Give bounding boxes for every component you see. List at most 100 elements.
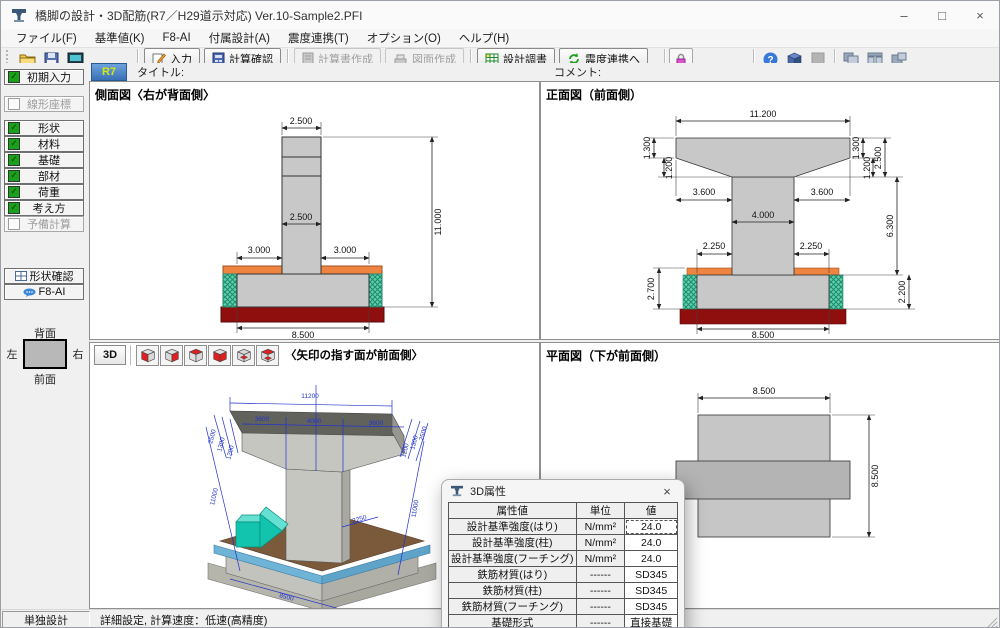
svg-text:2.250: 2.250	[800, 241, 823, 251]
svg-text:2.700: 2.700	[646, 278, 656, 301]
view-cube-right-button[interactable]	[160, 345, 183, 366]
sidebar-item-initial-input[interactable]: ✓ 初期入力	[4, 69, 84, 85]
svg-text:1.300: 1.300	[851, 137, 861, 160]
r7-mode-badge: R7	[91, 63, 127, 81]
dialog-title: 3D属性	[470, 483, 506, 499]
sidebar-item-alignment-coords: 線形座標	[4, 96, 84, 112]
menu-attached-design[interactable]: 付属設計(A)	[200, 30, 279, 46]
checked-checkbox-icon: ✓	[8, 122, 20, 134]
dialog-close-icon[interactable]: ×	[658, 484, 676, 499]
ground-layer-right	[321, 266, 382, 274]
sidebar-item-label: 線形座標	[23, 96, 75, 112]
pier-icon	[450, 485, 464, 497]
sidebar-item-material[interactable]: ✓ 材料	[4, 136, 84, 152]
front-view-panel: 正面図（前面側） 11.200 1.300 1.	[540, 81, 1000, 340]
comment-field-label: コメント:	[554, 64, 601, 80]
svg-text:1.200: 1.200	[862, 157, 872, 180]
chat-bubble-icon	[23, 288, 36, 297]
table-row[interactable]: 鉄筋材質(柱) ------ SD345	[449, 583, 678, 599]
view-cube-bottom-button[interactable]	[256, 345, 279, 366]
maximize-button[interactable]: □	[923, 1, 961, 29]
view-cube-back-button[interactable]	[208, 345, 231, 366]
f8ai-label: F8-AI	[39, 286, 66, 298]
unchecked-checkbox-icon	[8, 98, 20, 110]
svg-text:2.200: 2.200	[897, 281, 907, 304]
backfill-hatch-right	[369, 274, 382, 307]
side-view-drawing: 2.500 2.500 11.000 3.000 3.000 8.500	[90, 82, 539, 339]
backfill-hatch-right	[829, 275, 843, 309]
grid-window-icon	[15, 271, 27, 281]
checked-checkbox-icon: ✓	[8, 186, 20, 198]
menu-f8ai[interactable]: F8-AI	[154, 32, 200, 44]
table-row[interactable]: 鉄筋材質(フーチング) ------ SD345	[449, 599, 678, 615]
minimize-button[interactable]: –	[885, 1, 923, 29]
svg-text:3.600: 3.600	[811, 187, 834, 197]
svg-text:8.500: 8.500	[753, 386, 776, 396]
three-d-attributes-dialog: 3D属性 × 属性値 単位 値 設計基準強度(はり) N/mm² 24.0 設計…	[441, 479, 685, 628]
sidebar-item-label: 基礎	[23, 152, 75, 168]
checked-checkbox-icon: ✓	[8, 154, 20, 166]
dialog-title-bar[interactable]: 3D属性 ×	[442, 480, 684, 502]
attributes-table: 属性値 単位 値 設計基準強度(はり) N/mm² 24.0 設計基準強度(柱)…	[448, 502, 678, 628]
svg-text:4000: 4000	[307, 418, 322, 425]
side-view-panel: 側面図〈右が背面側〉 2.500 2.500 1	[89, 81, 540, 340]
checked-checkbox-icon: ✓	[8, 138, 20, 150]
menu-standards[interactable]: 基準値(K)	[86, 30, 154, 46]
svg-text:8.500: 8.500	[870, 465, 880, 488]
svg-text:8.500: 8.500	[752, 330, 775, 339]
view-cube-front-button[interactable]	[136, 345, 159, 366]
col-attribute: 属性値	[449, 503, 577, 519]
close-button[interactable]: ×	[961, 1, 999, 29]
menu-seismic-link[interactable]: 震度連携(T)	[279, 30, 358, 46]
sidebar-item-load[interactable]: ✓ 荷重	[4, 184, 84, 200]
table-row[interactable]: 鉄筋材質(はり) ------ SD345	[449, 567, 678, 583]
menu-help[interactable]: ヘルプ(H)	[450, 30, 518, 46]
side-view-title: 側面図〈右が背面側〉	[95, 86, 215, 103]
shape-check-button[interactable]: 形状確認	[4, 268, 84, 284]
menu-file[interactable]: ファイル(F)	[7, 30, 86, 46]
svg-text:2.250: 2.250	[703, 241, 726, 251]
svg-text:2.500: 2.500	[873, 147, 883, 170]
sidebar-item-member[interactable]: ✓ 部材	[4, 168, 84, 184]
column-shape	[732, 177, 794, 275]
three-d-caption: 〈矢印の指す面が前面側〉	[285, 347, 423, 363]
svg-text:1.300: 1.300	[642, 137, 652, 160]
beam-plan-shape	[676, 461, 850, 499]
title-bar: 橋脚の設計・3D配筋(R7／H29道示対応) Ver.10-Sample2.PF…	[1, 1, 999, 30]
app-icon	[11, 7, 27, 23]
svg-text:6.300: 6.300	[885, 215, 895, 238]
header-strip: R7 タイトル: コメント:	[89, 63, 1000, 81]
col-unit: 単位	[576, 503, 625, 519]
sidebar-item-foundation[interactable]: ✓ 基礎	[4, 152, 84, 168]
f8ai-button[interactable]: F8-AI	[4, 284, 84, 300]
unchecked-checkbox-icon	[8, 218, 20, 230]
resize-grip[interactable]	[984, 615, 998, 628]
sidebar-item-label: 予備計算	[23, 216, 75, 232]
view-cube-top-button[interactable]	[232, 345, 255, 366]
status-message: 詳細設定, 計算速度：低速(高精度)	[100, 612, 267, 628]
menu-bar: ファイル(F) 基準値(K) F8-AI 付属設計(A) 震度連携(T) オプシ…	[1, 29, 999, 47]
sidebar-item-policy[interactable]: ✓ 考え方	[4, 200, 84, 216]
three-d-button[interactable]: 3D	[94, 345, 126, 365]
svg-text:11000: 11000	[209, 487, 220, 506]
table-row[interactable]: 設計基準強度(はり) N/mm² 24.0	[449, 519, 678, 535]
backfill-hatch-left	[683, 275, 697, 309]
sidebar-item-label: 形状	[23, 120, 75, 136]
table-row[interactable]: 基礎形式 ------ 直接基礎	[449, 615, 678, 628]
backfill-hatch-left	[223, 274, 237, 307]
sidebar-item-shape[interactable]: ✓ 形状	[4, 120, 84, 136]
beam-shape	[676, 138, 850, 177]
orientation-front-label: 前面	[1, 371, 89, 387]
sidebar-item-label: 荷重	[23, 184, 75, 200]
sidebar-item-label: 考え方	[23, 200, 75, 216]
table-row[interactable]: 設計基準強度(柱) N/mm² 24.0	[449, 535, 678, 551]
table-header-row: 属性値 単位 値	[449, 503, 678, 519]
menu-options[interactable]: オプション(O)	[358, 30, 450, 46]
sidebar-item-label: 材料	[23, 136, 75, 152]
table-row[interactable]: 設計基準強度(フーチング) N/mm² 24.0	[449, 551, 678, 567]
footing-shape	[237, 274, 369, 307]
view-cube-left-button[interactable]	[184, 345, 207, 366]
sidebar-item-pre-calc: 予備計算	[4, 216, 84, 232]
beam-front-3d	[242, 433, 404, 472]
leveling-layer	[221, 307, 384, 322]
